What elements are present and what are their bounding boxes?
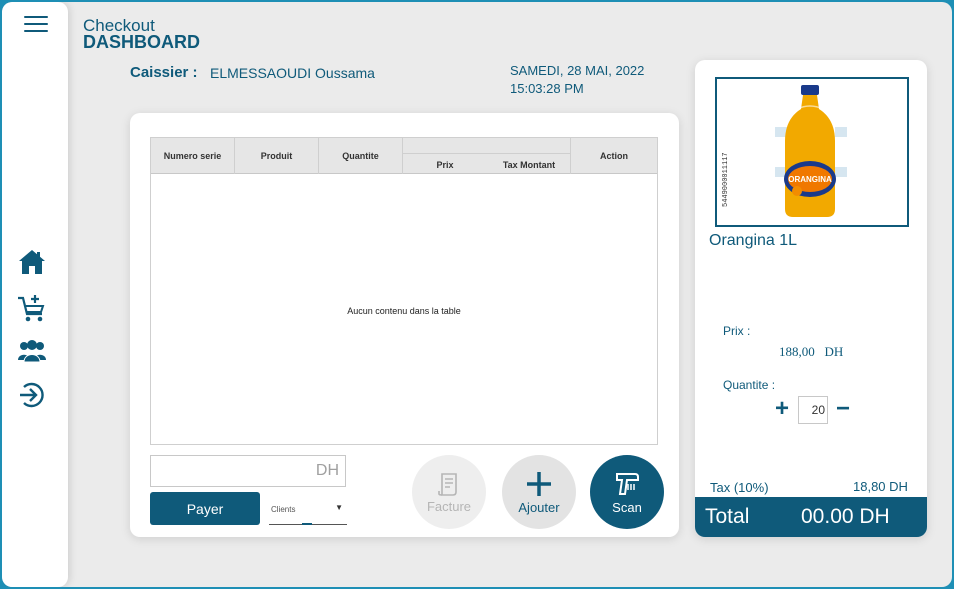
product-image-frame: 5449000011117 ORANGINA bbox=[715, 77, 909, 227]
scan-button[interactable]: Scan bbox=[590, 455, 664, 529]
facture-label: Facture bbox=[426, 498, 472, 514]
column-produit[interactable]: Produit bbox=[235, 138, 319, 174]
price-amount: 188,00 bbox=[779, 344, 815, 359]
clients-select-label: Clients bbox=[271, 505, 296, 514]
price-currency: DH bbox=[824, 344, 844, 359]
cart-add-icon[interactable] bbox=[16, 293, 48, 325]
add-label: Ajouter bbox=[518, 499, 560, 515]
menu-icon[interactable] bbox=[24, 16, 48, 36]
cart-panel: Numero serie Produit Quantite Prix Tax M… bbox=[130, 113, 679, 537]
quantity-decrease-button[interactable]: − bbox=[833, 394, 853, 424]
quantity-label: Quantite : bbox=[723, 378, 776, 392]
plus-icon bbox=[527, 471, 551, 496]
tax-value: 18,80 DH bbox=[853, 479, 908, 494]
home-icon[interactable] bbox=[16, 246, 48, 278]
quantity-input[interactable] bbox=[798, 396, 828, 424]
svg-text:ORANGINA: ORANGINA bbox=[788, 175, 832, 184]
cashier-name: ELMESSAOUDI Oussama bbox=[210, 65, 375, 81]
total-bar: Total 00.00 DH bbox=[695, 497, 927, 537]
total-label: Total bbox=[705, 505, 750, 528]
price-label: Prix : bbox=[723, 324, 751, 338]
clients-select[interactable]: Clients ▼ bbox=[269, 497, 347, 525]
tax-label: Tax (10%) bbox=[710, 480, 769, 495]
column-quantite[interactable]: Quantite bbox=[319, 138, 403, 174]
total-value: 00.00 DH bbox=[801, 505, 890, 528]
dropdown-arrow-icon: ▼ bbox=[335, 503, 343, 512]
table-empty-message: Aucun contenu dans la table bbox=[347, 306, 461, 316]
price-value: 188,00 DH bbox=[779, 344, 843, 360]
users-icon[interactable] bbox=[16, 336, 48, 368]
select-focus-indicator bbox=[302, 523, 312, 525]
table-header: Numero serie Produit Quantite Prix Tax M… bbox=[151, 138, 657, 174]
barcode-scanner-icon bbox=[616, 472, 639, 495]
column-prix[interactable]: Prix bbox=[403, 155, 487, 174]
column-numero-serie[interactable]: Numero serie bbox=[151, 138, 235, 174]
cart-table: Numero serie Produit Quantite Prix Tax M… bbox=[150, 137, 658, 445]
add-button[interactable]: Ajouter bbox=[502, 455, 576, 529]
column-action[interactable]: Action bbox=[571, 138, 657, 174]
column-tax-montant[interactable]: Tax Montant bbox=[487, 155, 571, 174]
page-title: DASHBOARD bbox=[83, 32, 200, 52]
current-time: 15:03:28 PM bbox=[510, 81, 584, 96]
logout-icon[interactable] bbox=[16, 379, 48, 411]
product-name: Orangina 1L bbox=[709, 232, 798, 249]
orangina-bottle-image: 5449000011117 ORANGINA bbox=[717, 79, 907, 225]
app-window: Checkout DASHBOARD Caissier : ELMESSAOUD… bbox=[2, 2, 952, 587]
column-group-header bbox=[403, 138, 571, 154]
scan-label: Scan bbox=[612, 499, 642, 515]
product-detail-panel: 5449000011117 ORANGINA Orangina 1L Prix … bbox=[695, 60, 927, 537]
quantity-increase-button[interactable]: + bbox=[772, 394, 792, 424]
invoice-icon bbox=[438, 472, 457, 496]
total-amount-input[interactable] bbox=[150, 455, 346, 487]
current-date: SAMEDI, 28 MAI, 2022 bbox=[510, 63, 645, 78]
pay-button[interactable]: Payer bbox=[150, 492, 260, 525]
cashier-label: Caissier : bbox=[130, 64, 198, 81]
product-barcode-text: 5449000011117 bbox=[722, 152, 730, 207]
column-group-price: Prix Tax Montant bbox=[403, 138, 571, 174]
sidebar bbox=[2, 2, 68, 587]
facture-button[interactable]: Facture bbox=[412, 455, 486, 529]
